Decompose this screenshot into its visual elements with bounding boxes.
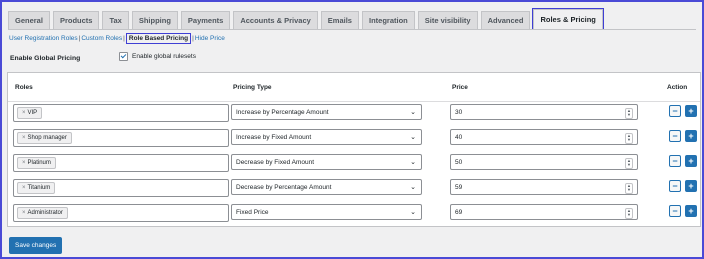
role-pricing-table: Roles Pricing Type Price Action × VIP Inc… — [7, 72, 701, 227]
subnav-hide-price[interactable]: Hide Price — [195, 35, 225, 42]
tag-remove-icon[interactable]: × — [22, 135, 26, 141]
table-header: Roles Pricing Type Price Action — [8, 73, 700, 102]
table-row: × Shop manager Increase by Fixed Amount ⌄ … — [8, 127, 700, 152]
pricing-type-select[interactable]: Increase by Percentage Amount ⌄ — [231, 104, 422, 120]
tag-remove-icon[interactable]: × — [22, 210, 26, 216]
remove-row-button[interactable]: − — [669, 155, 681, 167]
subnav-user-registration-roles[interactable]: User Registration Roles — [9, 35, 78, 42]
header-pricing-type: Pricing Type — [233, 84, 272, 91]
role-tag: × VIP — [17, 107, 43, 119]
price-input[interactable]: 59 ▲ ▼ — [450, 179, 638, 195]
roles-select[interactable]: × Administrator — [13, 204, 229, 222]
number-spinner-icon[interactable]: ▲ ▼ — [625, 183, 633, 194]
tag-remove-icon[interactable]: × — [22, 160, 26, 166]
pricing-type-select[interactable]: Decrease by Percentage Amount ⌄ — [231, 179, 422, 195]
header-price: Price — [452, 84, 468, 91]
role-tag: × Administrator — [17, 207, 68, 219]
roles-select[interactable]: × Titanium — [13, 179, 229, 197]
global-pricing-label: Enable Global Pricing — [10, 55, 81, 62]
chevron-down-icon: ⌄ — [410, 109, 416, 116]
tab-integration[interactable]: Integration — [361, 11, 415, 29]
chevron-down-icon: ⌄ — [410, 134, 416, 141]
chevron-down-icon: ⌄ — [410, 184, 416, 191]
subnav: User Registration Roles | Custom Roles |… — [9, 33, 225, 44]
add-row-button[interactable]: + — [685, 105, 697, 117]
tab-tax[interactable]: Tax — [102, 11, 129, 29]
subnav-separator: | — [123, 35, 125, 42]
tab-advanced[interactable]: Advanced — [480, 11, 531, 29]
remove-row-button[interactable]: − — [669, 180, 681, 192]
global-rulesets-option[interactable]: Enable global rulesets — [119, 52, 196, 61]
add-row-button[interactable]: + — [685, 205, 697, 217]
add-row-button[interactable]: + — [685, 180, 697, 192]
tab-site-visibility[interactable]: Site visibility — [417, 11, 478, 29]
chevron-down-icon: ⌄ — [410, 159, 416, 166]
pricing-type-select[interactable]: Increase by Fixed Amount ⌄ — [231, 129, 422, 145]
tag-remove-icon[interactable]: × — [22, 110, 26, 116]
global-rulesets-label: Enable global rulesets — [132, 53, 196, 60]
settings-tabs: General Products Tax Shipping Payments A… — [8, 7, 606, 30]
role-tag: × Platinum — [17, 157, 56, 169]
tab-general[interactable]: General — [8, 11, 50, 29]
remove-row-button[interactable]: − — [669, 205, 681, 217]
header-action: Action — [667, 84, 688, 91]
table-row: × Titanium Decrease by Percentage Amount ⌄… — [8, 177, 700, 202]
add-row-button[interactable]: + — [685, 155, 697, 167]
price-input[interactable]: 40 ▲ ▼ — [450, 129, 638, 145]
roles-select[interactable]: × VIP — [13, 104, 229, 122]
tab-payments[interactable]: Payments — [180, 11, 231, 29]
number-spinner-icon[interactable]: ▲ ▼ — [625, 158, 633, 169]
number-spinner-icon[interactable]: ▲ ▼ — [625, 133, 633, 144]
tab-products[interactable]: Products — [52, 11, 100, 29]
number-spinner-icon[interactable]: ▲ ▼ — [625, 108, 633, 119]
subnav-separator: | — [78, 35, 81, 42]
subnav-separator: | — [192, 35, 194, 42]
roles-select[interactable]: × Shop manager — [13, 129, 229, 147]
roles-select[interactable]: × Platinum — [13, 154, 229, 172]
table-row: × VIP Increase by Percentage Amount ⌄ 30 ▲ ▼… — [8, 102, 700, 127]
price-input[interactable]: 50 ▲ ▼ — [450, 154, 638, 170]
tab-shipping[interactable]: Shipping — [131, 11, 178, 29]
save-changes-button[interactable]: Save changes — [9, 237, 63, 254]
table-row: × Platinum Decrease by Fixed Amount ⌄ 50 ▲ ▼… — [8, 152, 700, 177]
tab-accounts-privacy[interactable]: Accounts & Privacy — [233, 11, 318, 29]
pricing-type-select[interactable]: Decrease by Fixed Amount ⌄ — [231, 154, 422, 170]
tab-roles-pricing[interactable]: Roles & Pricing — [532, 8, 604, 30]
settings-frame: General Products Tax Shipping Payments A… — [0, 0, 704, 259]
pricing-type-select[interactable]: Fixed Price ⌄ — [231, 204, 422, 220]
header-roles: Roles — [15, 84, 33, 91]
tab-divider — [8, 29, 696, 30]
price-input[interactable]: 30 ▲ ▼ — [450, 104, 638, 120]
chevron-down-icon: ⌄ — [410, 209, 416, 216]
remove-row-button[interactable]: − — [669, 130, 681, 142]
tag-remove-icon[interactable]: × — [22, 185, 26, 191]
subnav-custom-roles[interactable]: Custom Roles — [81, 35, 122, 42]
add-row-button[interactable]: + — [685, 130, 697, 142]
role-tag: × Titanium — [17, 182, 56, 194]
global-rulesets-checkbox[interactable] — [119, 52, 128, 61]
tab-emails[interactable]: Emails — [320, 11, 359, 29]
subnav-role-based-pricing[interactable]: Role Based Pricing — [125, 33, 192, 44]
table-row: × Administrator Fixed Price ⌄ 69 ▲ ▼ − + — [8, 202, 700, 227]
role-tag: × Shop manager — [17, 132, 72, 144]
price-input[interactable]: 69 ▲ ▼ — [450, 204, 638, 220]
number-spinner-icon[interactable]: ▲ ▼ — [625, 208, 633, 219]
remove-row-button[interactable]: − — [669, 105, 681, 117]
